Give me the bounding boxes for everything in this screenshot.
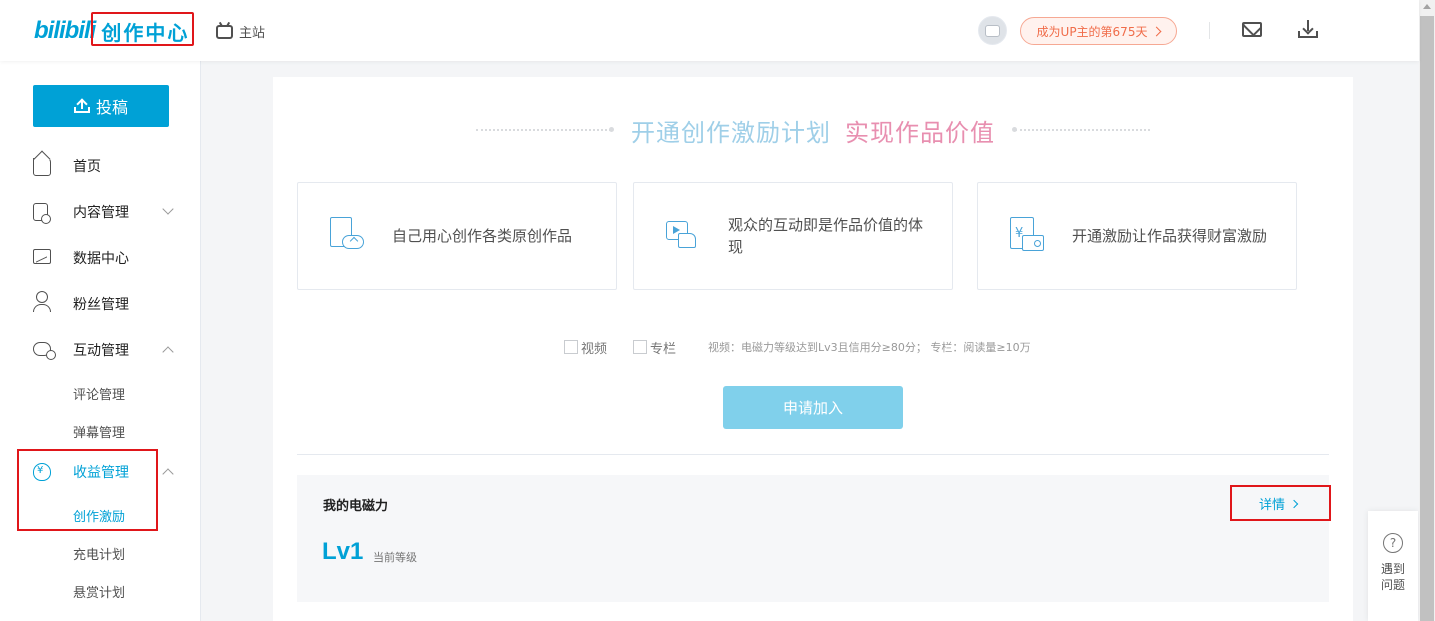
video-label: 视频	[581, 341, 608, 357]
title-part2: 实现作品价值	[845, 118, 995, 147]
interaction-icon	[33, 342, 56, 360]
type-options: 视频 专栏 视频：电磁力等级达到Lv3且信用分≥80分； 专栏：阅读量≥10万	[564, 337, 1031, 357]
scrollbar[interactable]	[1419, 0, 1435, 621]
logo[interactable]: bilibili 创作中心	[34, 12, 194, 46]
sidebar-item-label: 内容管理	[73, 205, 129, 221]
money-wallet-icon	[1010, 217, 1046, 253]
up-days-badge[interactable]: 成为UP主的第675天	[1020, 17, 1177, 45]
bilibili-logo[interactable]: bilibili	[34, 17, 96, 45]
help-label: 遇到问题	[1380, 562, 1405, 592]
upload-file-icon	[330, 217, 366, 253]
home-icon	[33, 158, 51, 176]
chevron-down-icon	[162, 203, 174, 215]
divider-dots	[1012, 127, 1150, 132]
checkbox-box[interactable]	[564, 340, 578, 354]
requirement-note: 视频：电磁力等级达到Lv3且信用分≥80分； 专栏：阅读量≥10万	[708, 341, 1031, 354]
main-site-link[interactable]: 主站	[216, 22, 265, 41]
main-site-label: 主站	[239, 26, 266, 41]
level-value: Lv1	[322, 538, 364, 565]
up-days-label: 成为UP主的第675天	[1036, 24, 1148, 39]
video-checkbox[interactable]: 视频	[564, 338, 607, 357]
download-icon[interactable]	[1298, 20, 1318, 38]
avatar-face-icon	[985, 24, 1000, 37]
checkbox-box[interactable]	[633, 340, 648, 354]
feature-text: 开通激励让作品获得财富激励	[1072, 227, 1268, 245]
feature-card: 开通激励让作品获得财富激励	[977, 182, 1297, 290]
data-chart-icon	[33, 249, 51, 264]
sidebar-sub-danmaku[interactable]: 弹幕管理	[73, 422, 125, 441]
level-caption: 当前等级	[373, 551, 417, 564]
upload-label: 投稿	[95, 98, 128, 117]
sidebar-item-data[interactable]: 数据中心	[0, 240, 200, 276]
power-title: 我的电磁力	[323, 499, 389, 514]
feature-text: 观众的互动即是作品价值的体现	[728, 216, 924, 256]
sidebar-sub-charging[interactable]: 充电计划	[73, 544, 125, 563]
title-part1: 开通创作激励计划	[631, 118, 831, 147]
column-checkbox[interactable]: 专栏	[633, 338, 676, 357]
electromagnetic-power-panel: 我的电磁力 详情 Lv1 当前等级	[297, 475, 1331, 602]
header-divider	[1209, 22, 1210, 39]
sidebar-item-label: 互动管理	[73, 343, 129, 359]
help-button[interactable]: ? 遇到问题	[1368, 511, 1418, 621]
main-card: 开通创作激励计划 实现作品价值 自己用心创作各类原创作品 观众的互动即是作品价值的…	[273, 77, 1353, 621]
tv-like-icon	[666, 217, 702, 253]
sidebar-item-fans[interactable]: 粉丝管理	[0, 286, 200, 322]
chevron-up-icon	[162, 346, 174, 358]
upload-icon	[73, 98, 90, 113]
sidebar-item-label: 数据中心	[73, 251, 129, 267]
sidebar-sub-comments[interactable]: 评论管理	[73, 384, 125, 403]
highlight-box	[17, 449, 158, 531]
apply-button[interactable]: 申请加入	[723, 386, 903, 429]
feature-text: 自己用心创作各类原创作品	[392, 227, 573, 245]
feature-card: 自己用心创作各类原创作品	[297, 182, 617, 290]
divider-dots	[476, 127, 614, 132]
page-title: 开通创作激励计划 实现作品价值	[273, 114, 1353, 147]
top-header: bilibili 创作中心 主站 成为UP主的第675天	[0, 0, 1419, 61]
feature-card: 观众的互动即是作品价值的体现	[633, 182, 953, 290]
scroll-thumb[interactable]	[1420, 16, 1434, 621]
divider	[297, 454, 1329, 455]
sidebar-item-label: 首页	[73, 159, 101, 175]
highlight-box	[91, 12, 194, 46]
question-icon: ?	[1383, 533, 1403, 553]
tv-icon	[216, 24, 233, 39]
sidebar-item-interaction[interactable]: 互动管理	[0, 332, 200, 368]
chevron-right-icon	[1152, 26, 1162, 36]
highlight-box	[1230, 485, 1331, 521]
sidebar: 投稿 首页 内容管理 数据中心 粉丝管理 互动管理 评论管理 弹幕管理 收益管理…	[0, 61, 201, 621]
sidebar-item-label: 粉丝管理	[73, 297, 129, 313]
scroll-up-arrow-icon[interactable]	[1423, 4, 1431, 9]
mail-icon[interactable]	[1242, 22, 1262, 37]
avatar[interactable]	[978, 16, 1007, 45]
column-label: 专栏	[650, 341, 677, 357]
fans-icon	[33, 291, 51, 312]
sidebar-sub-bounty[interactable]: 悬赏计划	[73, 582, 125, 601]
chevron-up-icon	[162, 468, 174, 480]
sidebar-item-content[interactable]: 内容管理	[0, 194, 200, 230]
upload-button[interactable]: 投稿	[33, 85, 169, 127]
sidebar-item-home[interactable]: 首页	[0, 148, 200, 184]
content-icon	[33, 203, 51, 224]
